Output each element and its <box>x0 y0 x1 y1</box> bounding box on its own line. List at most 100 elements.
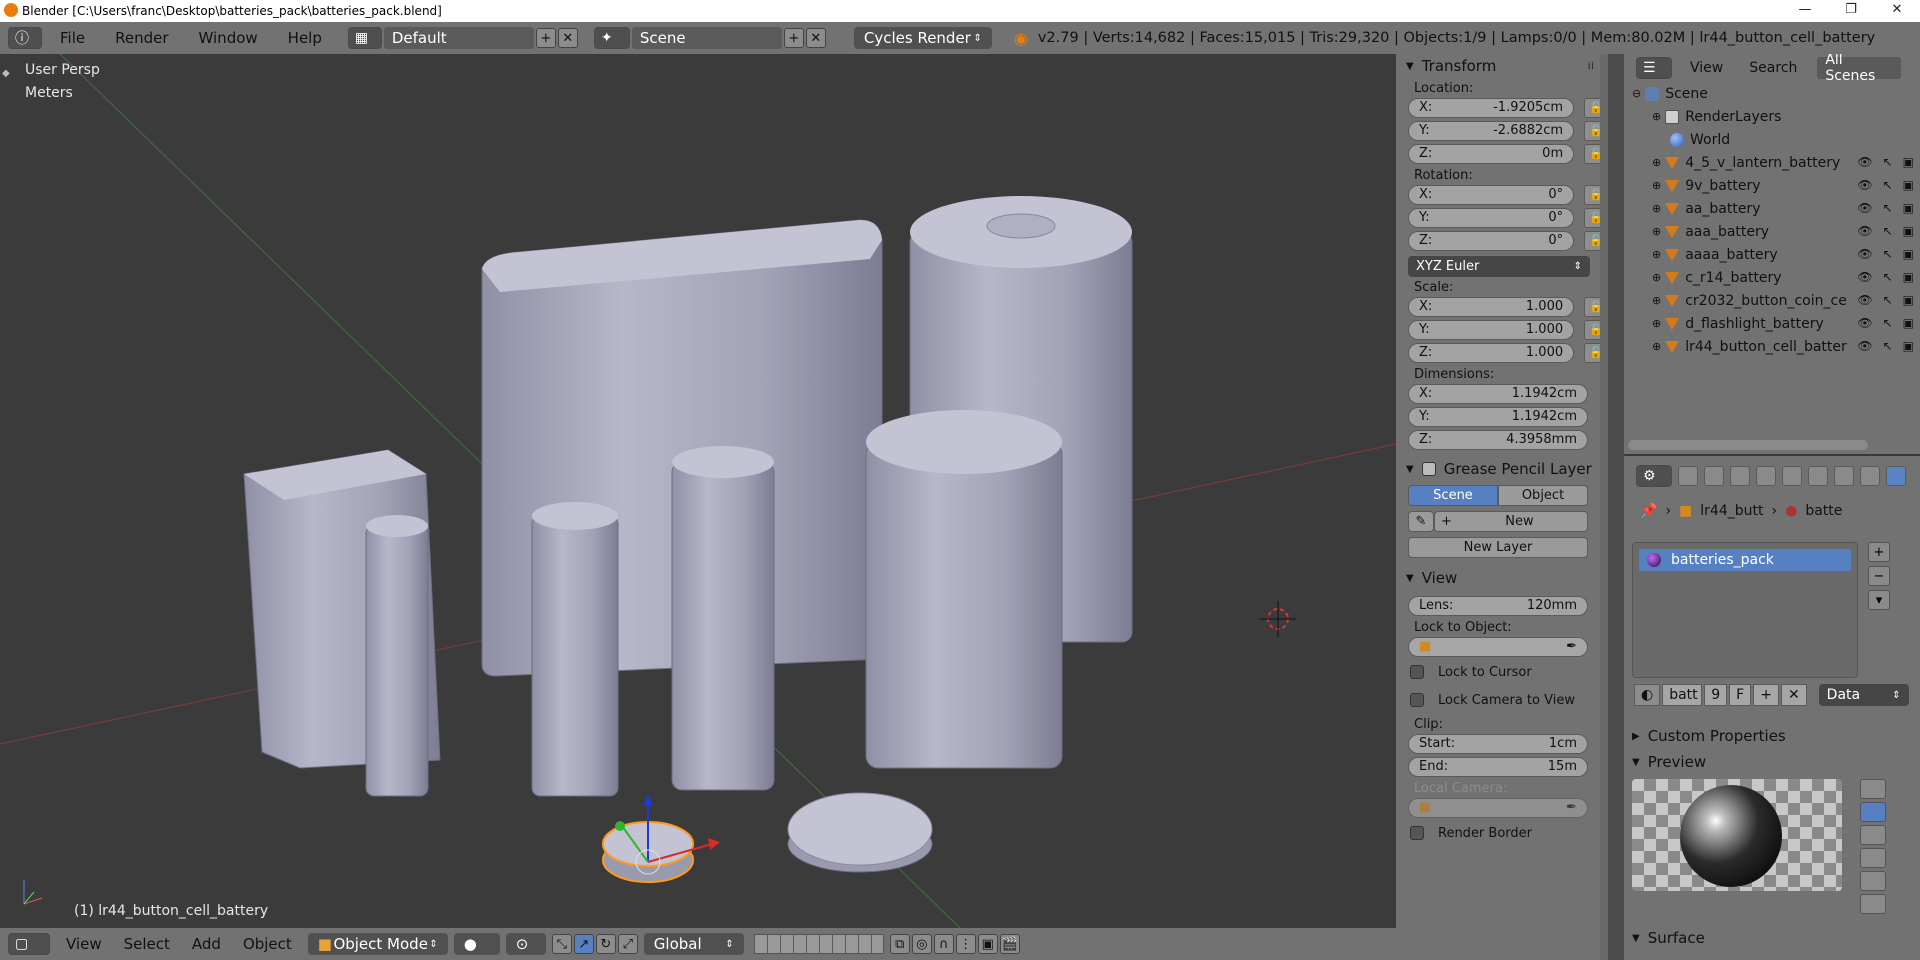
mode-dropdown[interactable]: ■ Object Mode ⇕ <box>307 933 448 955</box>
camera-render-icon[interactable]: ▣ <box>1903 155 1914 169</box>
view-panel-header[interactable]: ▼ View <box>1396 566 1608 590</box>
y-manipulator-handle[interactable] <box>615 821 625 831</box>
expand-icon[interactable]: ⊕ <box>1652 225 1661 238</box>
material-tab-icon[interactable] <box>1886 466 1906 486</box>
maximize-button[interactable]: ❐ <box>1828 0 1874 22</box>
object-tab-icon[interactable] <box>1782 466 1802 486</box>
scene-tab-icon[interactable] <box>1730 466 1750 486</box>
translate-manipulator-button[interactable]: ↗ <box>573 934 594 954</box>
camera-render-icon[interactable]: ▣ <box>1903 316 1914 330</box>
cursor-select-icon[interactable]: ↖ <box>1883 316 1893 330</box>
outliner-object-row[interactable]: ⊕ cr2032_button_coin_ce 👁 ↖ ▣ <box>1624 289 1920 312</box>
layer-buttons[interactable] <box>753 934 884 954</box>
expand-icon[interactable]: ⊕ <box>1652 202 1661 215</box>
outliner-object-row[interactable]: ⊕ aa_battery 👁 ↖ ▣ <box>1624 197 1920 220</box>
snap-element-icon[interactable]: ⋮ <box>955 934 976 954</box>
outliner-renderlayers-row[interactable]: ⊕ RenderLayers <box>1624 105 1920 128</box>
preview-header[interactable]: ▼ Preview <box>1632 750 1706 774</box>
data-tab-icon[interactable] <box>1860 466 1880 486</box>
menu-render[interactable]: Render <box>115 29 168 47</box>
preview-hair-button[interactable] <box>1860 871 1886 891</box>
lock-object-field[interactable]: ■ ✒ <box>1408 636 1588 657</box>
rotation-y-field[interactable]: Y: 0° <box>1408 207 1575 228</box>
3d-viewport[interactable]: User Persp Meters (1) lr44_button_cell_b… <box>0 54 1396 928</box>
surface-header[interactable]: ▼ Surface <box>1632 926 1705 950</box>
rotate-manipulator-button[interactable]: ↻ <box>595 934 616 954</box>
new-material-button[interactable]: + <box>1753 684 1779 706</box>
eye-icon[interactable]: 👁 <box>1857 224 1872 238</box>
cursor-select-icon[interactable]: ↖ <box>1883 339 1893 353</box>
rotation-z-field[interactable]: Z: 0° <box>1408 230 1575 251</box>
slot-menu-button[interactable]: ▾ <box>1868 590 1890 610</box>
aaaa-battery-mesh[interactable] <box>365 525 429 797</box>
camera-render-icon[interactable]: ▣ <box>1903 270 1914 284</box>
pencil-icon[interactable]: ✎ <box>1408 511 1434 532</box>
expand-icon[interactable]: ⊕ <box>1652 156 1661 169</box>
preview-flat-button[interactable] <box>1860 779 1886 799</box>
preview-monkey-button[interactable] <box>1860 848 1886 868</box>
location-z-field[interactable]: Z: 0m <box>1408 143 1575 164</box>
add-layout-button[interactable]: + <box>535 28 556 48</box>
clip-start-field[interactable]: Start: 1cm <box>1408 733 1588 754</box>
scale-y-field[interactable]: Y: 1.000 <box>1408 319 1575 340</box>
screen-layout-button[interactable]: ▦ <box>347 27 382 49</box>
dimensions-z-field[interactable]: Z: 4.3958mm <box>1408 429 1588 450</box>
pivot-point-dropdown[interactable]: ⊙ <box>505 933 546 955</box>
close-button[interactable]: ✕ <box>1874 0 1920 22</box>
preview-sphere-button[interactable] <box>1860 802 1886 822</box>
lock-to-cursor-checkbox[interactable] <box>1410 665 1424 679</box>
outliner-scene-row[interactable]: ⊖ Scene <box>1624 82 1920 105</box>
dimensions-x-field[interactable]: X: 1.1942cm <box>1408 383 1588 404</box>
add-slot-button[interactable]: + <box>1868 542 1890 562</box>
eye-icon[interactable]: 👁 <box>1857 201 1872 215</box>
eye-icon[interactable]: 👁 <box>1857 339 1872 353</box>
menu-select[interactable]: Select <box>124 935 170 953</box>
remove-scene-button[interactable]: ✕ <box>805 28 826 48</box>
eye-icon[interactable]: 👁 <box>1857 316 1872 330</box>
preview-cube-button[interactable] <box>1860 825 1886 845</box>
editor-type-outliner-button[interactable]: ☰ <box>1636 57 1672 79</box>
cursor-select-icon[interactable]: ↖ <box>1883 155 1893 169</box>
render-tab-icon[interactable] <box>1678 466 1698 486</box>
snap-magnet-icon[interactable]: ∩ <box>933 934 954 954</box>
outliner-display-mode[interactable]: All Scenes <box>1817 54 1902 84</box>
render-border-checkbox[interactable] <box>1410 826 1424 840</box>
expand-icon[interactable]: ⊕ <box>1652 317 1661 330</box>
camera-render-icon[interactable]: ▣ <box>1903 247 1914 261</box>
location-y-field[interactable]: Y: -2.6882cm <box>1408 120 1575 141</box>
menu-add[interactable]: Add <box>192 935 221 953</box>
aa-battery-mesh[interactable] <box>671 461 775 791</box>
eyedropper-icon[interactable]: ✒ <box>1566 639 1577 654</box>
scale-z-field[interactable]: Z: 1.000 <box>1408 342 1575 363</box>
menu-object[interactable]: Object <box>243 935 292 953</box>
aaa-battery-mesh[interactable] <box>531 515 619 797</box>
outliner-object-row[interactable]: ⊕ d_flashlight_battery 👁 ↖ ▣ <box>1624 312 1920 335</box>
material-users-count[interactable]: 9 <box>1704 684 1728 706</box>
local-camera-field[interactable]: ■ ✒ <box>1408 797 1588 818</box>
gp-new-button[interactable]: + New <box>1434 511 1588 532</box>
camera-render-icon[interactable]: ▣ <box>1903 224 1914 238</box>
eyedropper-icon[interactable]: ✒ <box>1566 800 1577 815</box>
toolshelf-toggle-icon[interactable]: ◆ <box>2 68 10 79</box>
cursor-select-icon[interactable]: ↖ <box>1883 270 1893 284</box>
transform-panel-header[interactable]: ▼ Transform ⁞⁞ <box>1396 54 1608 78</box>
z-manipulator-arrow[interactable] <box>643 794 653 806</box>
fake-user-button[interactable]: F <box>1729 684 1752 706</box>
remove-slot-button[interactable]: − <box>1868 566 1890 586</box>
menu-view[interactable]: View <box>66 935 102 953</box>
editor-type-info-button[interactable]: ⓘ <box>8 27 42 49</box>
eye-icon[interactable]: 👁 <box>1857 270 1872 284</box>
lock-to-cursor-row[interactable]: Lock to Cursor <box>1396 658 1608 686</box>
rotation-x-field[interactable]: X: 0° <box>1408 184 1575 205</box>
add-scene-button[interactable]: + <box>783 28 804 48</box>
properties-scrollbar[interactable] <box>1600 54 1608 960</box>
menu-window[interactable]: Window <box>199 29 258 47</box>
clip-end-field[interactable]: End: 15m <box>1408 756 1588 777</box>
camera-render-icon[interactable]: ▣ <box>1903 293 1914 307</box>
outliner-world-row[interactable]: World <box>1624 128 1920 151</box>
pin-icon[interactable]: 📌 <box>1640 503 1657 519</box>
opengl-render-icon[interactable]: ▣ <box>977 934 998 954</box>
outliner-hscrollbar[interactable] <box>1628 440 1868 450</box>
gp-scene-button[interactable]: Scene <box>1408 485 1498 506</box>
outliner-object-row[interactable]: ⊕ c_r14_battery 👁 ↖ ▣ <box>1624 266 1920 289</box>
